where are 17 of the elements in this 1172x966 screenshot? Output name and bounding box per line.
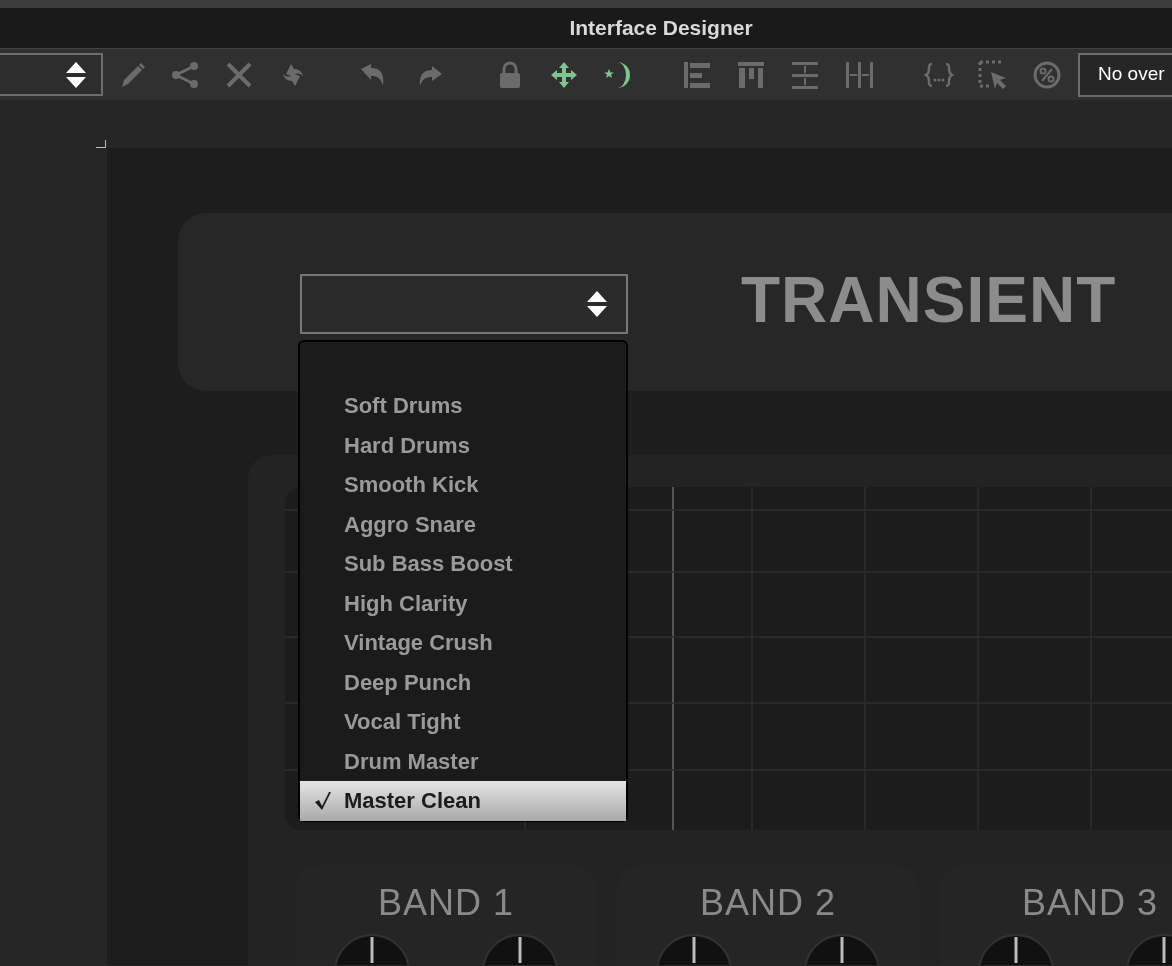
- menu-item[interactable]: Drum Master: [300, 741, 626, 781]
- band-label: BAND 2: [699, 883, 836, 923]
- overlay-dropdown[interactable]: No over: [1078, 52, 1172, 97]
- menu-item[interactable]: Vintage Crush: [300, 623, 626, 663]
- menu-item[interactable]: High Clarity: [300, 583, 626, 623]
- menu-item[interactable]: Smooth Kick: [300, 465, 626, 505]
- menu-item[interactable]: Hard Drums: [300, 425, 626, 465]
- menu-item[interactable]: Sub Bass Boost: [300, 544, 626, 584]
- menu-item[interactable]: Master Clean: [300, 781, 626, 821]
- band-label: BAND 3: [1021, 883, 1158, 923]
- band-label: BAND 1: [377, 883, 514, 923]
- plugin-title: TRANSIENT: [741, 268, 1117, 332]
- window-title: Interface Designer: [569, 15, 753, 42]
- menu-item[interactable]: Deep Punch: [300, 662, 626, 702]
- menu-item[interactable]: Vocal Tight: [300, 702, 626, 742]
- menu-item[interactable]: Soft Drums: [300, 386, 626, 426]
- menu-item[interactable]: Aggro Snare: [300, 504, 626, 544]
